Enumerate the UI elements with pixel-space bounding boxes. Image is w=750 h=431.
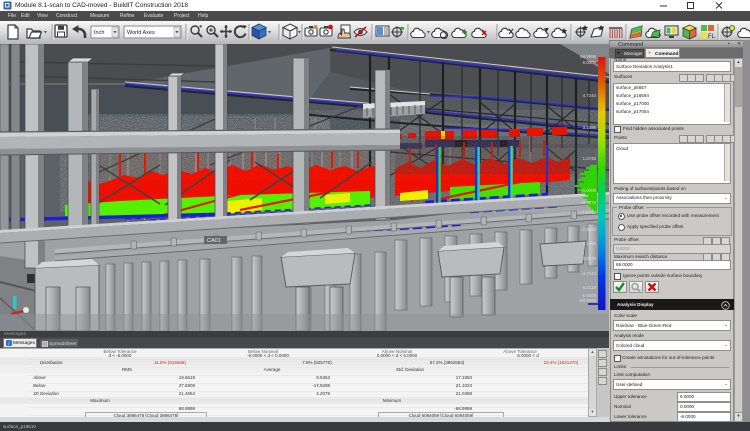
svg-text:CA01: CA01	[207, 238, 221, 244]
svg-text:-4.7244: -4.7244	[581, 271, 596, 276]
svg-text:6.0000: 6.0000	[583, 60, 597, 65]
svg-text:4.7244: 4.7244	[583, 93, 597, 98]
svg-text:-0.7874: -0.7874	[581, 200, 596, 205]
svg-text:-5.5118: -5.5118	[581, 285, 596, 290]
svg-text:-3.1496: -3.1496	[581, 241, 596, 246]
svg-text:-3.9370: -3.9370	[581, 256, 596, 261]
svg-text:-2.3622: -2.3622	[581, 227, 596, 232]
svg-text:-0.0000: -0.0000	[581, 188, 596, 193]
svg-text:Inch: Inch	[94, 30, 104, 36]
svg-text:-1.5748: -1.5748	[581, 210, 596, 215]
svg-text:1.5748: 1.5748	[583, 156, 597, 161]
svg-text:68.9999: 68.9999	[580, 54, 596, 59]
svg-text:3.1496: 3.1496	[583, 125, 597, 130]
svg-text:World Axes: World Axes	[127, 30, 155, 36]
svg-text:-68.9999: -68.9999	[579, 298, 597, 303]
